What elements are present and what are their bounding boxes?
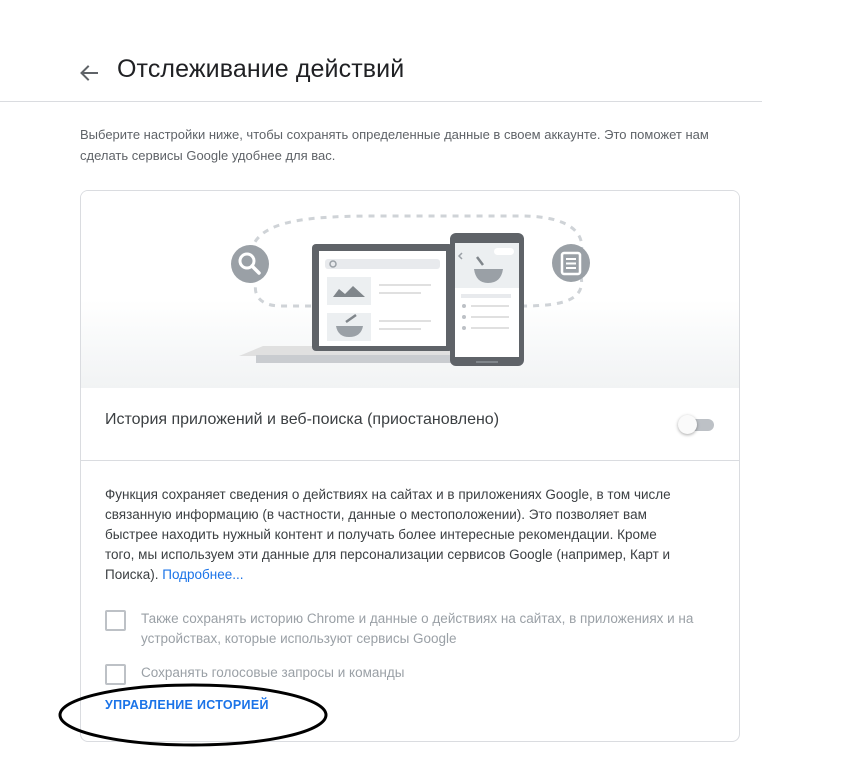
search-icon xyxy=(231,245,269,283)
chrome-history-label: Также сохранять историю Chrome и данные … xyxy=(141,611,694,646)
voice-label: Сохранять голосовые запросы и команды xyxy=(141,665,405,680)
setting-label: История приложений и веб-поиска (приоста… xyxy=(105,411,500,428)
laptop-icon xyxy=(239,244,471,363)
back-button[interactable] xyxy=(74,58,104,88)
voice-checkbox[interactable] xyxy=(105,664,126,685)
page-title: Отслеживание действий xyxy=(117,55,405,83)
document-icon xyxy=(552,244,590,282)
chrome-history-checkbox[interactable] xyxy=(105,610,126,631)
hero-illustration xyxy=(81,191,739,388)
activity-toggle[interactable] xyxy=(678,412,718,436)
intro-text: Выберите настройки ниже, чтобы сохранять… xyxy=(80,127,709,163)
toggle-thumb xyxy=(678,415,697,434)
web-app-activity-setting: История приложений и веб-поиска (приоста… xyxy=(81,388,739,461)
phone-icon xyxy=(450,233,524,366)
learn-more-link[interactable]: Подробнее... xyxy=(162,567,243,582)
page-header: Отслеживание действий xyxy=(0,0,762,102)
arrow-back-icon xyxy=(80,65,98,81)
manage-history-link[interactable]: УПРАВЛЕНИЕ ИСТОРИЕЙ xyxy=(105,698,269,712)
setting-description: Функция сохраняет сведения о действиях н… xyxy=(105,485,675,585)
activity-card: История приложений и веб-поиска (приоста… xyxy=(80,190,740,742)
